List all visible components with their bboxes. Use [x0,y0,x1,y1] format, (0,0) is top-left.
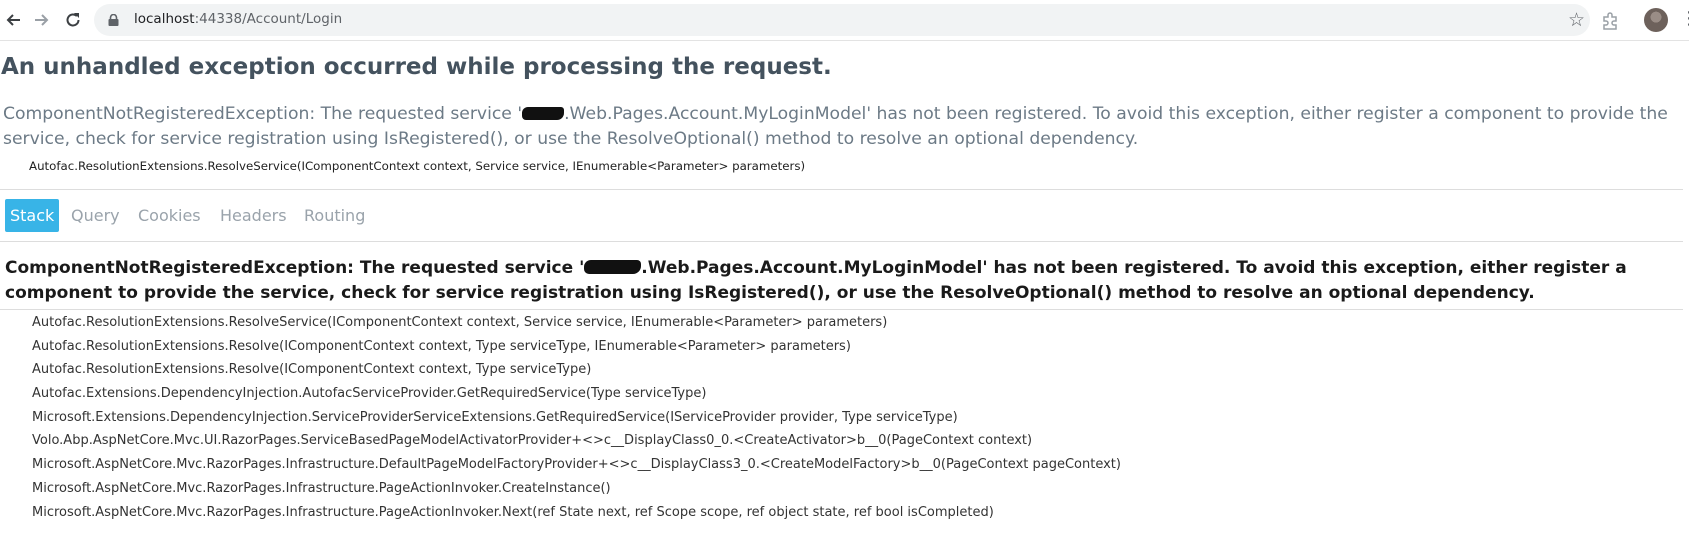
redaction-mark [522,107,565,120]
puzzle-extension-icon[interactable] [1600,9,1622,31]
arrow-right-icon[interactable] [30,8,54,32]
url-text[interactable]: localhost:44338/Account/Login [134,11,342,27]
tab-cookies[interactable]: Cookies [133,199,206,232]
tab-stack[interactable]: Stack [5,199,60,232]
divider [0,189,1683,190]
avatar[interactable] [1644,8,1668,32]
star-icon[interactable]: ☆ [1568,9,1585,31]
lock-icon [108,14,119,26]
stack-frame[interactable]: Volo.Abp.AspNetCore.Mvc.UI.RazorPages.Se… [32,429,1121,453]
tab-query[interactable]: Query [66,199,125,232]
tab-headers[interactable]: Headers [215,199,292,232]
arrow-left-icon[interactable] [1,8,25,32]
stack-frame[interactable]: Autofac.ResolutionExtensions.ResolveServ… [32,311,1121,335]
divider [0,241,1683,242]
browser-toolbar: localhost:44338/Account/Login ☆ ⋮ [0,0,1689,41]
redaction-mark [584,260,642,274]
error-page: An unhandled exception occurred while pr… [0,40,1689,537]
stack-frame[interactable]: Autofac.ResolutionExtensions.Resolve(ICo… [32,358,1121,382]
stack-frame[interactable]: Microsoft.Extensions.DependencyInjection… [32,406,1121,430]
stack-frame-list: Autofac.ResolutionExtensions.ResolveServ… [32,311,1121,524]
more-menu-icon[interactable]: ⋮ [1680,9,1689,29]
stack-frame[interactable]: Microsoft.AspNetCore.Mvc.RazorPages.Infr… [32,453,1121,477]
stack-frame[interactable]: Microsoft.AspNetCore.Mvc.RazorPages.Infr… [32,477,1121,501]
reload-icon[interactable] [61,8,85,32]
divider [0,309,1683,310]
stack-frame[interactable]: Autofac.Extensions.DependencyInjection.A… [32,382,1121,406]
stack-exception-heading: ComponentNotRegisteredException: The req… [5,258,1627,303]
error-summary: ComponentNotRegisteredException: The req… [3,104,1668,149]
stack-frame[interactable]: Microsoft.AspNetCore.Mvc.RazorPages.Infr… [32,501,1121,525]
page-title: An unhandled exception occurred while pr… [1,54,832,80]
tab-routing[interactable]: Routing [299,199,370,232]
stack-frame[interactable]: Autofac.ResolutionExtensions.Resolve(ICo… [32,335,1121,359]
error-location: Autofac.ResolutionExtensions.ResolveServ… [29,159,806,173]
address-bar[interactable]: localhost:44338/Account/Login ☆ [94,4,1590,36]
